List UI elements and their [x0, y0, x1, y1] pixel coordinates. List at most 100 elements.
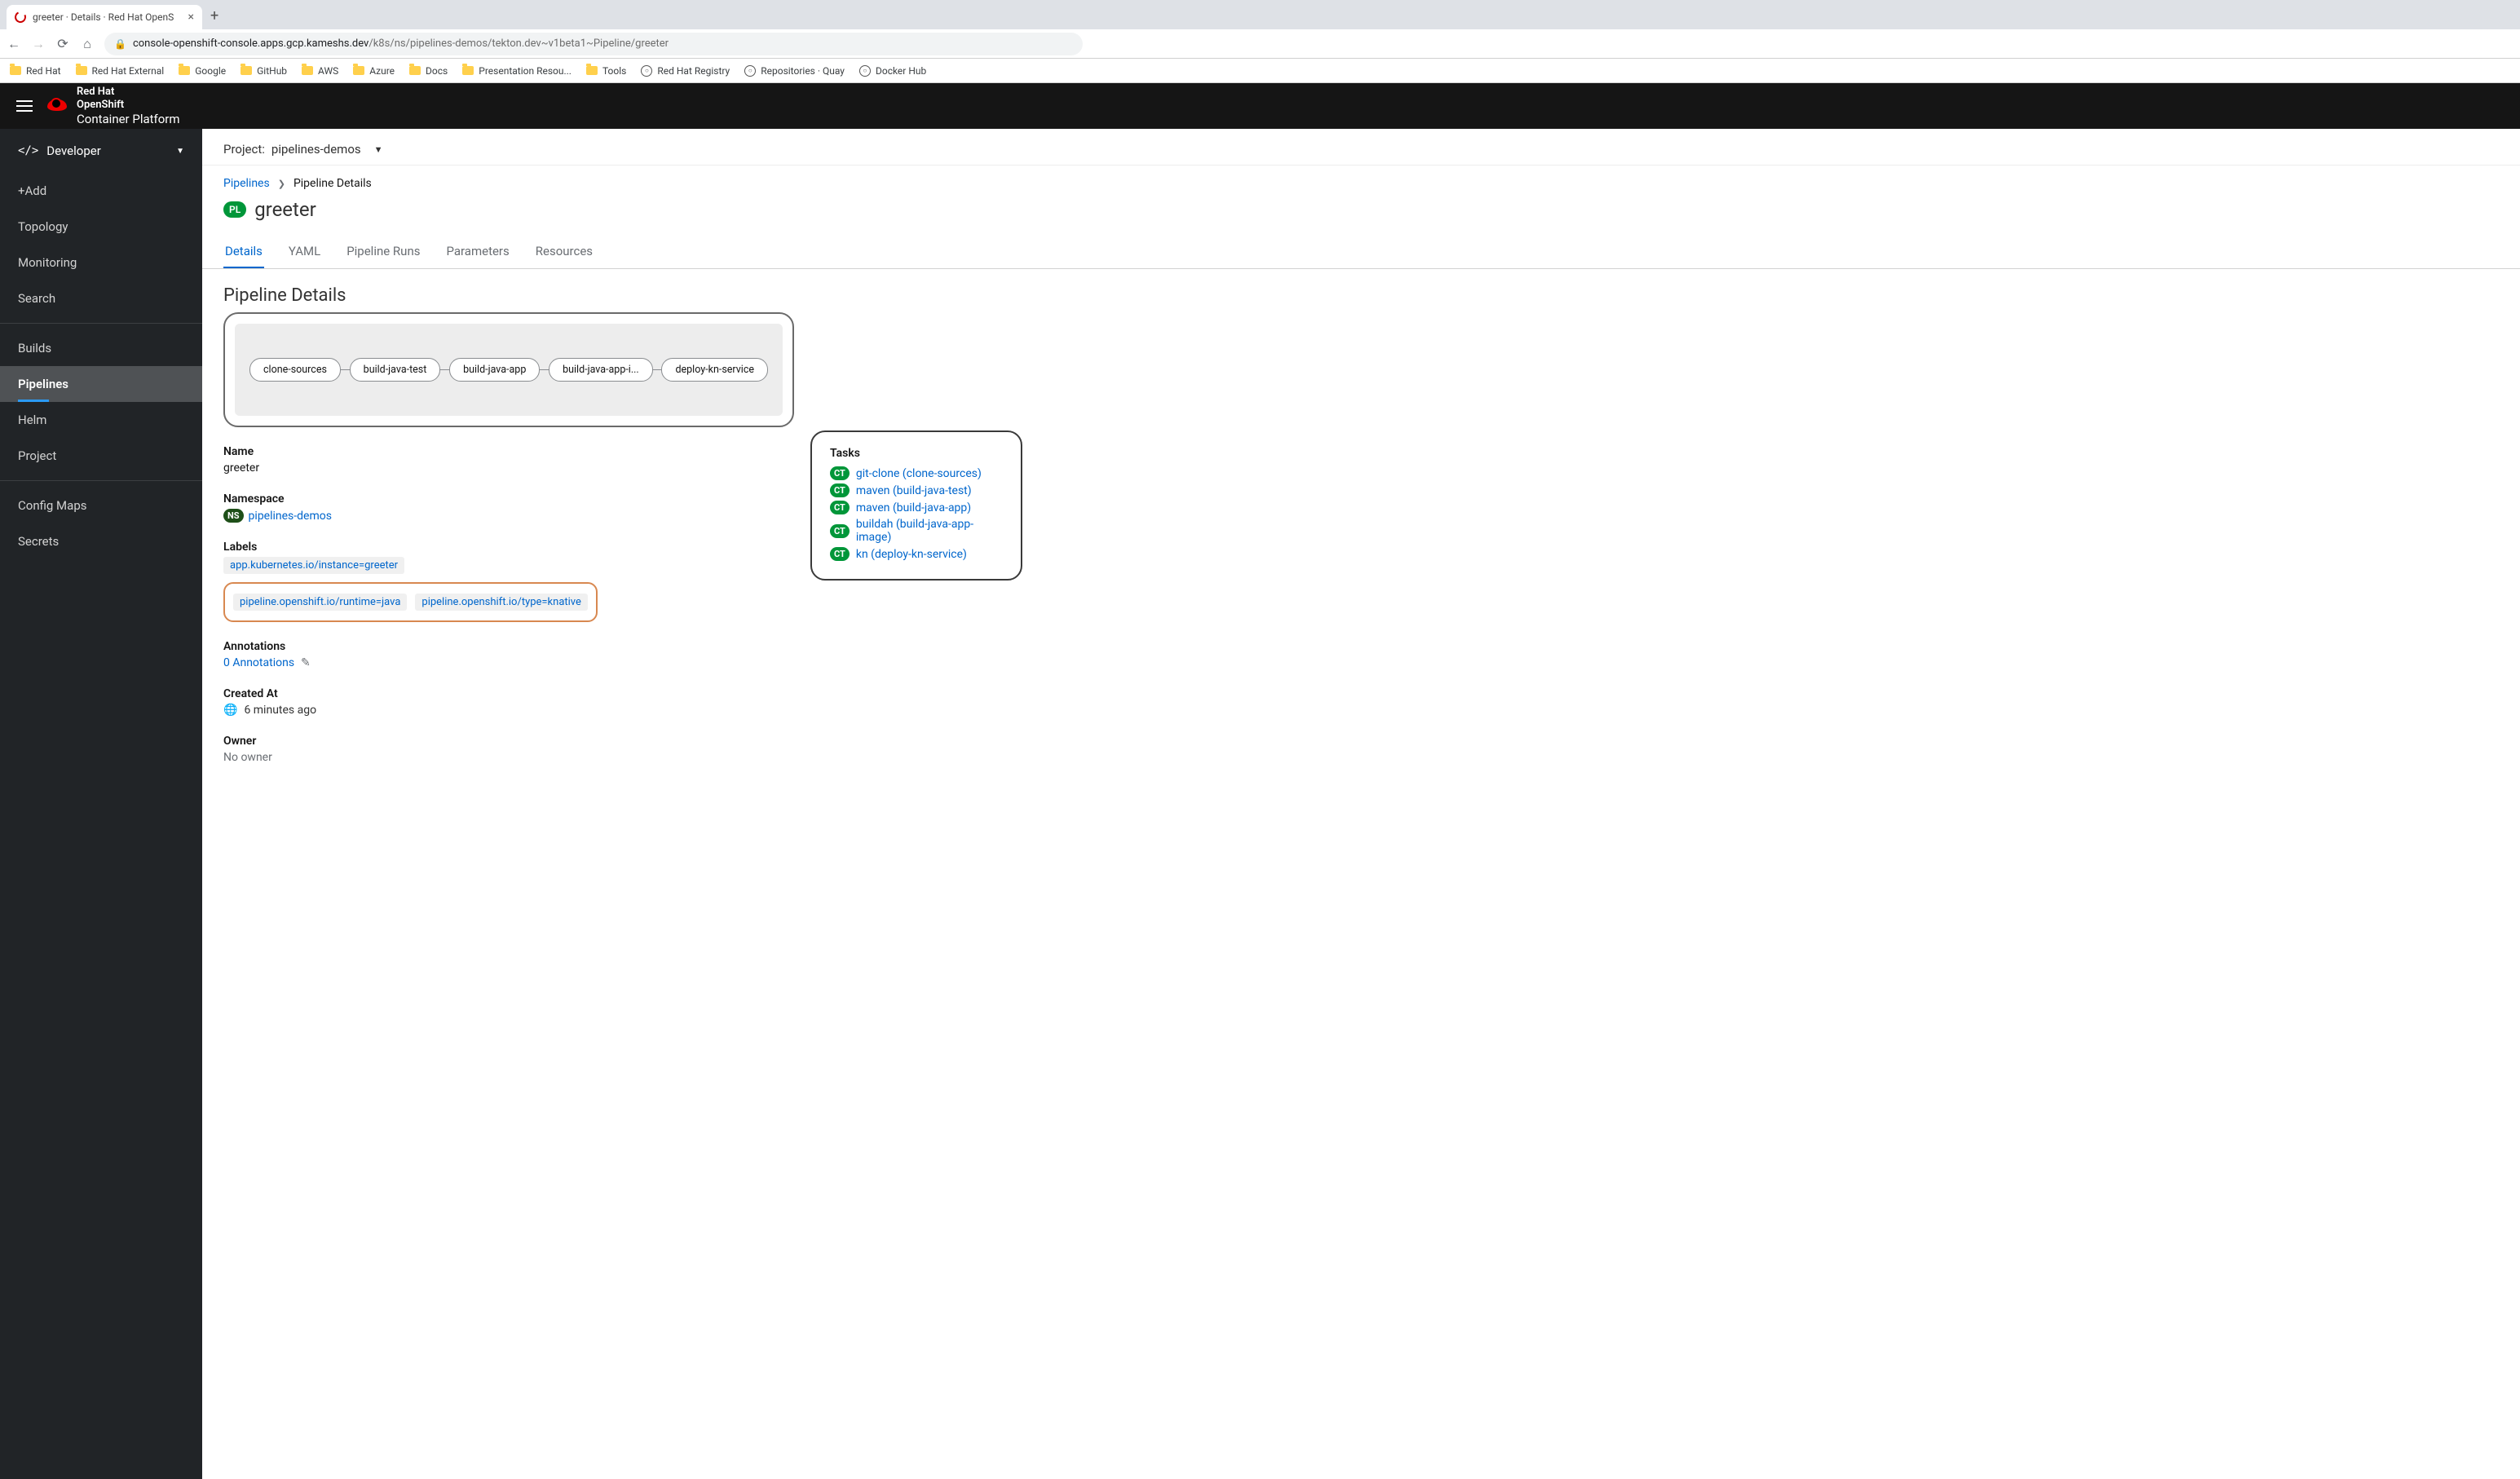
pipeline-badge: PL	[223, 201, 246, 218]
label-chip[interactable]: app.kubernetes.io/instance=greeter	[223, 557, 404, 574]
namespace-label: Namespace	[223, 492, 745, 506]
task-connector	[540, 369, 549, 370]
folder-icon	[179, 66, 190, 75]
bookmark-item[interactable]: ○Docker Hub	[859, 65, 926, 77]
labels-label: Labels	[223, 541, 745, 554]
sidebar-item-secrets[interactable]: Secrets	[0, 523, 202, 559]
bookmark-label: AWS	[318, 65, 338, 77]
bookmark-item[interactable]: GitHub	[241, 65, 287, 77]
field-owner: Owner No owner	[223, 735, 745, 764]
bookmark-item[interactable]: Azure	[353, 65, 395, 77]
browser-tab-bar: greeter · Details · Red Hat OpenS × +	[0, 0, 2520, 29]
sidebar: </> Developer ▼ +AddTopologyMonitoringSe…	[0, 129, 202, 1479]
created-at-value: 6 minutes ago	[244, 704, 316, 717]
bookmark-item[interactable]: Presentation Resou...	[462, 65, 572, 77]
bookmark-item[interactable]: Docs	[409, 65, 448, 77]
pipeline-task-node[interactable]: build-java-test	[350, 358, 441, 382]
folder-icon	[76, 66, 87, 75]
sidebar-item-search[interactable]: Search	[0, 280, 202, 316]
bookmark-item[interactable]: ○ Red Hat Registry	[641, 65, 730, 77]
caret-down-icon: ▼	[374, 144, 383, 155]
task-row: CT buildah (build-java-app-image)	[830, 518, 1003, 544]
bookmark-item[interactable]: Google	[179, 65, 226, 77]
new-tab-button[interactable]: +	[202, 2, 227, 29]
masthead: Red Hat OpenShift Container Platform	[0, 83, 2520, 129]
bookmark-item[interactable]: Red Hat External	[76, 65, 165, 77]
pipeline-visualization-highlight: clone-sources build-java-test build-java-a…	[223, 312, 794, 427]
redhat-hat-icon	[47, 98, 68, 114]
hamburger-menu-button[interactable]	[16, 97, 33, 115]
bookmark-label: Google	[195, 65, 226, 77]
task-link[interactable]: maven (build-java-test)	[856, 484, 972, 497]
home-button[interactable]: ⌂	[80, 36, 95, 52]
task-link[interactable]: kn (deploy-kn-service)	[856, 548, 967, 561]
task-row: CTkn (deploy-kn-service)	[830, 547, 1003, 561]
folder-icon	[241, 66, 252, 75]
sidebar-item-topology[interactable]: Topology	[0, 209, 202, 245]
clustertask-badge: CT	[830, 483, 850, 497]
project-selector[interactable]: Project: pipelines-demos ▼	[202, 129, 2520, 166]
brand-text: Red Hat OpenShift Container Platform	[77, 86, 180, 126]
bookmark-item[interactable]: AWS	[302, 65, 338, 77]
brand-logo[interactable]: Red Hat OpenShift Container Platform	[47, 86, 180, 126]
bookmark-label: Presentation Resou...	[479, 65, 572, 77]
pipeline-task-node[interactable]: build-java-app	[449, 358, 540, 382]
tab-details[interactable]: Details	[223, 236, 264, 268]
label-chip[interactable]: pipeline.openshift.io/type=knative	[415, 594, 588, 611]
label-chip[interactable]: pipeline.openshift.io/runtime=java	[233, 594, 407, 611]
brand-line3: Container Platform	[77, 112, 180, 126]
browser-tab[interactable]: greeter · Details · Red Hat OpenS ×	[7, 5, 202, 29]
bookmark-item[interactable]: Tools	[586, 65, 626, 77]
bookmark-label: Repositories · Quay	[761, 65, 845, 77]
pipeline-task-node[interactable]: build-java-app-i...	[549, 358, 653, 382]
forward-button[interactable]: →	[31, 36, 46, 52]
bookmark-label: Red Hat Registry	[657, 65, 730, 77]
sidebar-item-pipelines[interactable]: Pipelines	[0, 366, 202, 402]
pencil-icon[interactable]: ✎	[301, 656, 311, 669]
folder-icon	[302, 66, 313, 75]
sidebar-item-config-maps[interactable]: Config Maps	[0, 488, 202, 523]
annotations-link[interactable]: 0 Annotations	[223, 656, 294, 669]
sidebar-item-project[interactable]: Project	[0, 438, 202, 474]
perspective-switcher[interactable]: </> Developer ▼	[0, 129, 202, 173]
url-host: console-openshift-console.apps.gcp.kames…	[133, 38, 369, 50]
tab-parameters[interactable]: Parameters	[444, 236, 510, 268]
labels-highlight-box: pipeline.openshift.io/runtime=java pipel…	[223, 582, 598, 622]
clustertask-badge: CT	[830, 524, 850, 538]
url-input[interactable]: 🔒 console-openshift-console.apps.gcp.kam…	[104, 33, 1083, 55]
clustertask-badge: CT	[830, 501, 850, 514]
code-icon: </>	[18, 144, 38, 157]
namespace-link[interactable]: pipelines-demos	[249, 510, 332, 523]
chevron-right-icon: ❯	[278, 179, 285, 189]
bookmark-label: Docs	[426, 65, 448, 77]
close-tab-icon[interactable]: ×	[188, 11, 194, 24]
main-content: Project: pipelines-demos ▼ Pipelines ❯ P…	[202, 129, 2520, 1479]
sidebar-item-monitoring[interactable]: Monitoring	[0, 245, 202, 280]
name-label: Name	[223, 445, 745, 458]
tab-yaml[interactable]: YAML	[287, 236, 322, 268]
site-icon: ○	[859, 65, 871, 77]
section-heading: Pipeline Details	[223, 285, 2499, 306]
sidebar-item-helm[interactable]: Helm	[0, 402, 202, 438]
tab-pipeline-runs[interactable]: Pipeline Runs	[345, 236, 421, 268]
sidebar-item-builds[interactable]: Builds	[0, 330, 202, 366]
page-title: PL greeter	[202, 193, 2520, 236]
task-link[interactable]: git-clone (clone-sources)	[856, 467, 982, 480]
back-button[interactable]: ←	[7, 36, 21, 52]
task-link[interactable]: buildah (build-java-app-image)	[856, 518, 1003, 544]
tab-resources[interactable]: Resources	[534, 236, 594, 268]
site-icon: ○	[641, 65, 652, 77]
address-bar: ← → ⟳ ⌂ 🔒 console-openshift-console.apps…	[0, 29, 2520, 59]
bookmark-item[interactable]: ○Repositories · Quay	[744, 65, 845, 77]
task-link[interactable]: maven (build-java-app)	[856, 501, 971, 514]
annotations-label: Annotations	[223, 640, 745, 653]
breadcrumb-link-pipelines[interactable]: Pipelines	[223, 177, 270, 190]
bookmark-item[interactable]: Red Hat	[10, 65, 61, 77]
name-value: greeter	[223, 461, 745, 475]
reload-button[interactable]: ⟳	[55, 36, 70, 51]
pipeline-task-node[interactable]: clone-sources	[249, 358, 341, 382]
project-name: pipelines-demos	[271, 142, 361, 157]
sidebar-item--add[interactable]: +Add	[0, 173, 202, 209]
globe-icon: 🌐	[223, 704, 237, 717]
pipeline-task-node[interactable]: deploy-kn-service	[661, 358, 768, 382]
